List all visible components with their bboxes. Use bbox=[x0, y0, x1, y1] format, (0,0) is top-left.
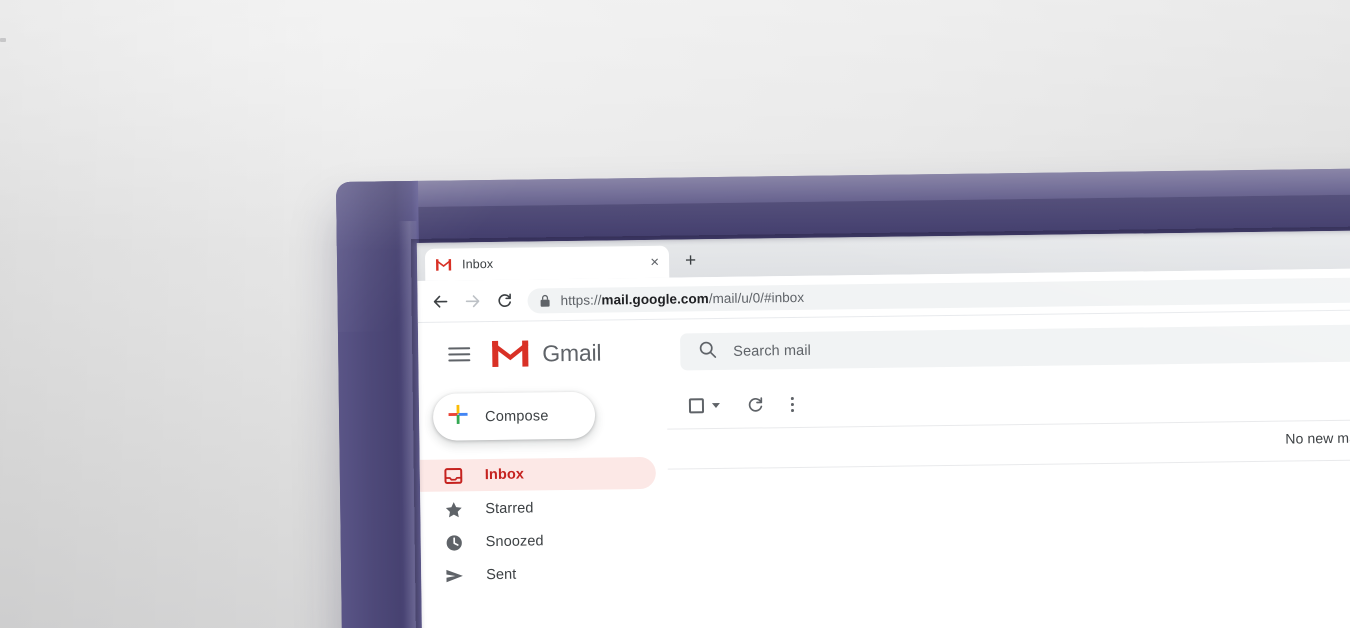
empty-inbox-message: No new mail! bbox=[1285, 429, 1350, 447]
sidebar-item-snoozed[interactable]: Snoozed bbox=[421, 524, 657, 559]
sidebar-item-inbox[interactable]: Inbox bbox=[419, 456, 657, 492]
more-vertical-icon[interactable] bbox=[790, 396, 795, 412]
clock-icon bbox=[445, 533, 464, 552]
plus-icon bbox=[447, 403, 469, 430]
compose-button[interactable]: Compose bbox=[432, 391, 596, 441]
refresh-icon bbox=[748, 396, 763, 412]
screenshot-stage: Inbox × + https://mail.google.com/mail/u… bbox=[0, 0, 1350, 628]
new-tab-icon[interactable]: + bbox=[685, 250, 696, 271]
address-bar-url: https://mail.google.com/mail/u/0/#inbox bbox=[560, 289, 805, 309]
screen: Inbox × + https://mail.google.com/mail/u… bbox=[416, 229, 1350, 628]
gmail-logo-icon bbox=[490, 338, 530, 369]
browser-tab-title: Inbox bbox=[461, 256, 494, 272]
back-icon[interactable] bbox=[427, 288, 453, 314]
close-icon[interactable]: × bbox=[650, 253, 659, 270]
forward-icon[interactable] bbox=[459, 288, 485, 314]
select-all-control[interactable] bbox=[688, 397, 720, 413]
sidebar-item-label: Inbox bbox=[484, 466, 525, 484]
sidebar-item-label: Starred bbox=[485, 500, 534, 518]
search-placeholder: Search mail bbox=[733, 342, 812, 360]
inbox-tray-icon bbox=[444, 466, 463, 485]
list-divider bbox=[667, 458, 1350, 470]
browser-tab-inbox[interactable]: Inbox × bbox=[424, 245, 670, 281]
refresh-icon[interactable] bbox=[491, 287, 517, 313]
sidebar-item-sent[interactable]: Sent bbox=[421, 557, 657, 592]
gmail-body: Compose Inbox Starred Snoozed Sent No ne… bbox=[418, 372, 1350, 628]
sidebar-item-starred[interactable]: Starred bbox=[420, 491, 656, 526]
refresh-button[interactable] bbox=[746, 395, 765, 414]
monitor: Inbox × + https://mail.google.com/mail/u… bbox=[336, 167, 1350, 628]
gmail-favicon-icon bbox=[435, 257, 452, 271]
gmail-wordmark: Gmail bbox=[542, 339, 602, 366]
compose-label: Compose bbox=[484, 407, 549, 425]
gmail-sidebar: Compose Inbox Starred Snoozed Sent bbox=[419, 383, 671, 628]
sidebar-item-label: Snoozed bbox=[485, 533, 544, 551]
star-icon bbox=[444, 500, 463, 519]
search-input[interactable]: Search mail bbox=[680, 323, 1350, 371]
send-arrow-icon bbox=[445, 566, 464, 585]
sidebar-item-label: Sent bbox=[486, 566, 517, 584]
lock-icon bbox=[539, 294, 550, 307]
checkbox-icon[interactable] bbox=[688, 397, 705, 413]
more-options-button[interactable] bbox=[790, 396, 795, 412]
search-icon bbox=[698, 340, 717, 364]
mail-list-pane: No new mail! bbox=[666, 372, 1350, 628]
wall-speck bbox=[0, 38, 6, 42]
chevron-down-icon[interactable] bbox=[711, 402, 720, 408]
hamburger-menu-icon[interactable] bbox=[448, 343, 471, 365]
